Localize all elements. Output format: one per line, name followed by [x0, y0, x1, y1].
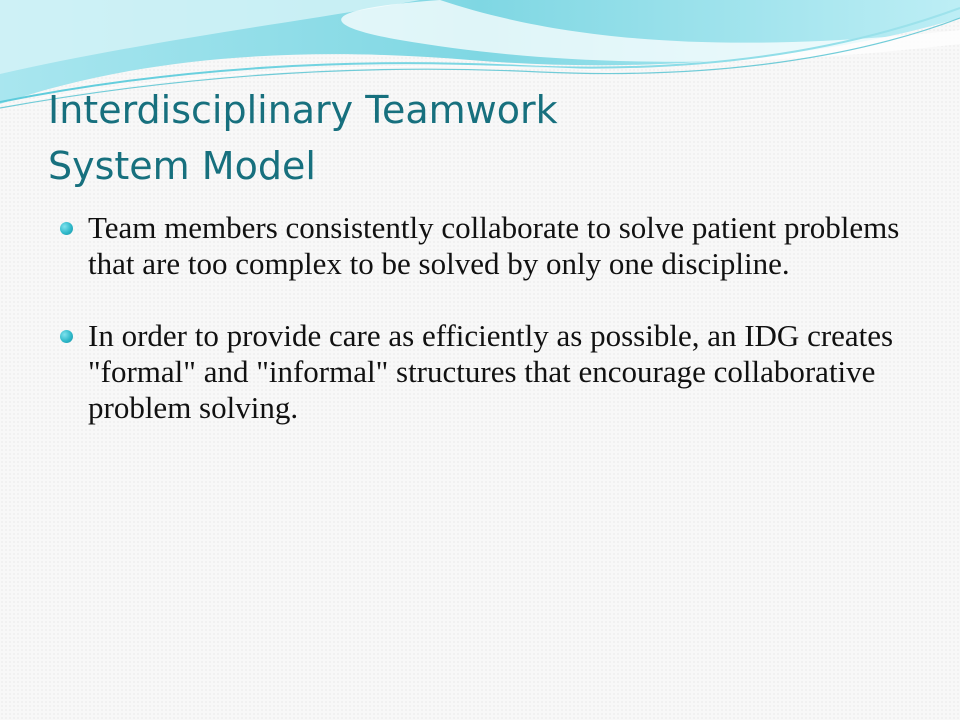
slide-title: Interdisciplinary Teamwork System Model	[48, 82, 908, 194]
bullet-list: Team members consistently collaborate to…	[60, 210, 920, 462]
bullet-item: In order to provide care as efficiently …	[60, 318, 920, 426]
slide: Interdisciplinary Teamwork System Model …	[0, 0, 960, 720]
bullet-text: In order to provide care as efficiently …	[88, 318, 894, 425]
bullet-item: Team members consistently collaborate to…	[60, 210, 920, 282]
slide-title-line-1: Interdisciplinary Teamwork	[48, 88, 558, 132]
bullet-dot-icon	[60, 330, 73, 343]
slide-title-line-2: System Model	[48, 144, 316, 188]
bullet-text: Team members consistently collaborate to…	[88, 210, 900, 281]
bullet-dot-icon	[60, 222, 73, 235]
